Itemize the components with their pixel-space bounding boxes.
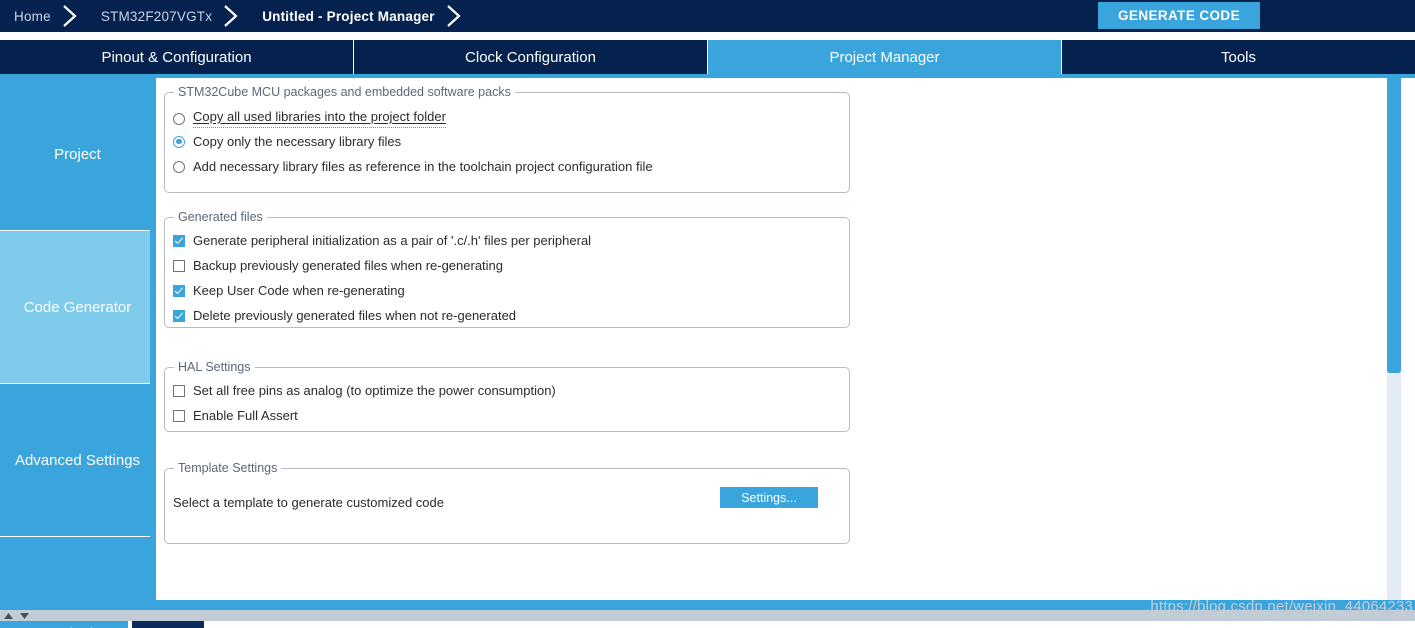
checkbox-backup-previously-generated-label: Backup previously generated files when r…: [193, 258, 504, 273]
bottom-accent-bar: [0, 600, 1415, 610]
radio-copy-all-libraries-label: Copy all used libraries into the project…: [193, 109, 446, 128]
checkbox-enable-full-assert[interactable]: Enable Full Assert: [173, 408, 298, 423]
chevron-right-icon: [437, 0, 471, 32]
chevron-right-icon: [214, 0, 248, 32]
tab-tools[interactable]: Tools: [1062, 40, 1415, 74]
radio-indicator: [173, 160, 185, 173]
code-generator-panel: STM32Cube MCU packages and embedded soft…: [150, 78, 1415, 600]
top-breadcrumb-bar: Home STM32F207VGTx Untitled - Project Ma…: [0, 0, 1415, 32]
sidebar-item-project[interactable]: Project: [0, 78, 155, 231]
tab-project-manager[interactable]: Project Manager: [708, 40, 1062, 74]
checkbox-indicator: [173, 284, 185, 297]
checkbox-indicator: [173, 384, 185, 397]
sidebar-item-advanced-settings[interactable]: Advanced Settings: [0, 384, 155, 537]
checkbox-keep-user-code[interactable]: Keep User Code when re-generating: [173, 283, 405, 298]
triangle-down-icon[interactable]: [16, 610, 32, 621]
radio-copy-necessary-only[interactable]: Copy only the necessary library files: [173, 134, 401, 149]
radio-add-as-reference[interactable]: Add necessary library files as reference…: [173, 159, 653, 174]
breadcrumb: Home STM32F207VGTx Untitled - Project Ma…: [0, 0, 471, 32]
groupbox-generated-files: Generated files Generate peripheral init…: [164, 210, 850, 328]
chevron-right-icon: [53, 0, 87, 32]
project-manager-sidebar: Project Code Generator Advanced Settings: [0, 78, 155, 600]
checkbox-indicator: [173, 234, 185, 247]
checkbox-set-free-pins-analog-label: Set all free pins as analog (to optimize…: [193, 383, 556, 398]
radio-indicator: [173, 135, 185, 148]
radio-copy-all-libraries[interactable]: Copy all used libraries into the project…: [173, 109, 446, 128]
bottom-tab-mcu-selection[interactable]: MCU Selection: [0, 621, 128, 628]
main-tab-bar: Pinout & Configuration Clock Configurati…: [0, 40, 1415, 74]
tab-clock-configuration[interactable]: Clock Configuration: [354, 40, 708, 74]
breadcrumb-item-project-manager[interactable]: Untitled - Project Manager: [248, 0, 436, 32]
radio-indicator: [173, 112, 185, 125]
checkbox-indicator: [173, 409, 185, 422]
vertical-scrollbar[interactable]: [1387, 78, 1401, 600]
checkbox-delete-previously-generated-label: Delete previously generated files when n…: [193, 308, 517, 323]
checkbox-keep-user-code-label: Keep User Code when re-generating: [193, 283, 405, 298]
bottom-tab-output[interactable]: Output: [132, 621, 204, 628]
template-settings-button[interactable]: Settings...: [720, 487, 818, 508]
checkbox-indicator: [173, 259, 185, 272]
groupbox-mcu-packages: STM32Cube MCU packages and embedded soft…: [164, 85, 850, 193]
checkbox-indicator: [173, 309, 185, 322]
vertical-scrollbar-thumb[interactable]: [1387, 78, 1401, 373]
checkbox-generate-peripheral-init[interactable]: Generate peripheral initialization as a …: [173, 233, 591, 248]
breadcrumb-item-home[interactable]: Home: [0, 0, 53, 32]
sidebar-item-code-generator[interactable]: Code Generator: [0, 231, 155, 384]
breadcrumb-item-mcu[interactable]: STM32F207VGTx: [87, 0, 214, 32]
body-area: Project Code Generator Advanced Settings…: [0, 78, 1415, 600]
panel-splitter[interactable]: [0, 610, 1415, 621]
generate-code-button[interactable]: GENERATE CODE: [1098, 2, 1260, 29]
groupbox-mcu-packages-title: STM32Cube MCU packages and embedded soft…: [174, 85, 515, 99]
checkbox-set-free-pins-analog[interactable]: Set all free pins as analog (to optimize…: [173, 383, 556, 398]
code-generator-panel-inner: STM32Cube MCU packages and embedded soft…: [156, 78, 1401, 600]
groupbox-generated-files-title: Generated files: [174, 210, 267, 224]
groupbox-hal-settings: HAL Settings Set all free pins as analog…: [164, 360, 850, 432]
checkbox-backup-previously-generated[interactable]: Backup previously generated files when r…: [173, 258, 503, 273]
template-settings-description: Select a template to generate customized…: [173, 495, 444, 510]
bottom-tab-bar: MCU Selection Output: [0, 621, 1415, 628]
radio-add-as-reference-label: Add necessary library files as reference…: [193, 159, 653, 174]
radio-copy-necessary-only-label: Copy only the necessary library files: [193, 134, 402, 149]
tab-pinout-configuration[interactable]: Pinout & Configuration: [0, 40, 354, 74]
checkbox-enable-full-assert-label: Enable Full Assert: [193, 408, 298, 423]
checkbox-delete-previously-generated[interactable]: Delete previously generated files when n…: [173, 308, 516, 323]
sidebar-filler: [0, 537, 155, 599]
checkbox-generate-peripheral-init-label: Generate peripheral initialization as a …: [193, 233, 592, 248]
groupbox-template-settings-title: Template Settings: [174, 461, 282, 475]
groupbox-hal-settings-title: HAL Settings: [174, 360, 255, 374]
triangle-up-icon[interactable]: [0, 610, 16, 621]
groupbox-template-settings: Template Settings Select a template to g…: [164, 461, 850, 544]
